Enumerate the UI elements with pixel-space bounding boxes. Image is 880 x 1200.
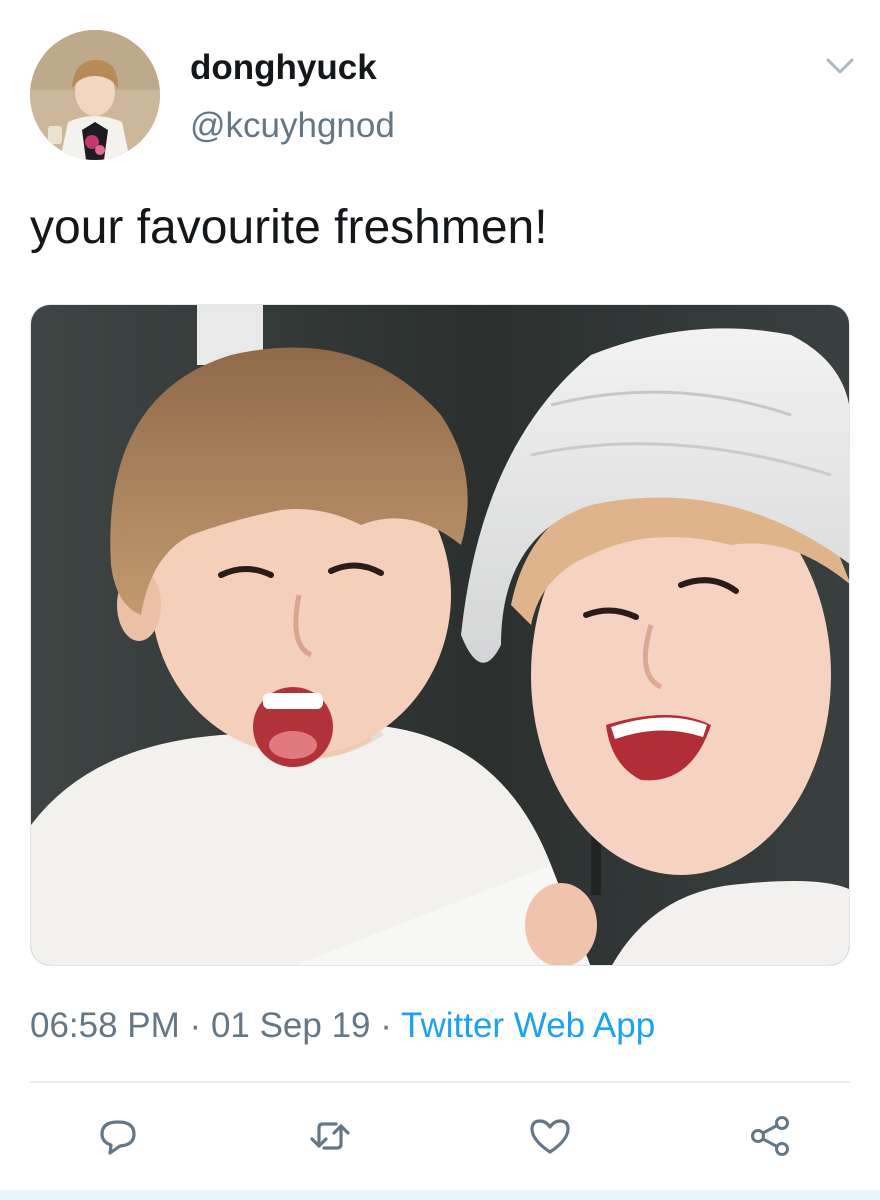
display-name[interactable]: donghyuck <box>190 48 377 88</box>
tweet-date[interactable]: 01 Sep 19 <box>211 1006 371 1045</box>
chevron-down-icon[interactable] <box>822 52 858 80</box>
avatar[interactable] <box>30 30 160 160</box>
action-bar <box>0 1106 880 1166</box>
heart-icon <box>530 1119 570 1154</box>
user-handle[interactable]: @kcuyhgnod <box>190 106 395 146</box>
tweet-card: donghyuck @kcuyhgnod your favourite fres… <box>0 0 880 1200</box>
share-button[interactable] <box>740 1106 800 1166</box>
tweet-time[interactable]: 06:58 PM <box>30 1006 180 1045</box>
reply-icon <box>100 1120 136 1155</box>
tweet-text: your favourite freshmen! <box>30 201 548 254</box>
tweet-meta: 06:58 PM · 01 Sep 19 · Twitter Web App <box>30 1006 655 1046</box>
like-button[interactable] <box>520 1106 580 1166</box>
bottom-edge <box>0 1190 880 1200</box>
share-icon <box>751 1116 789 1156</box>
tweet-photo[interactable] <box>30 304 850 966</box>
meta-separator: · <box>189 1006 202 1045</box>
divider <box>30 1081 850 1083</box>
retweet-icon <box>310 1122 350 1150</box>
reply-button[interactable] <box>88 1106 148 1166</box>
tweet-source-link[interactable]: Twitter Web App <box>401 1006 655 1045</box>
retweet-button[interactable] <box>300 1106 360 1166</box>
meta-separator: · <box>380 1006 392 1045</box>
